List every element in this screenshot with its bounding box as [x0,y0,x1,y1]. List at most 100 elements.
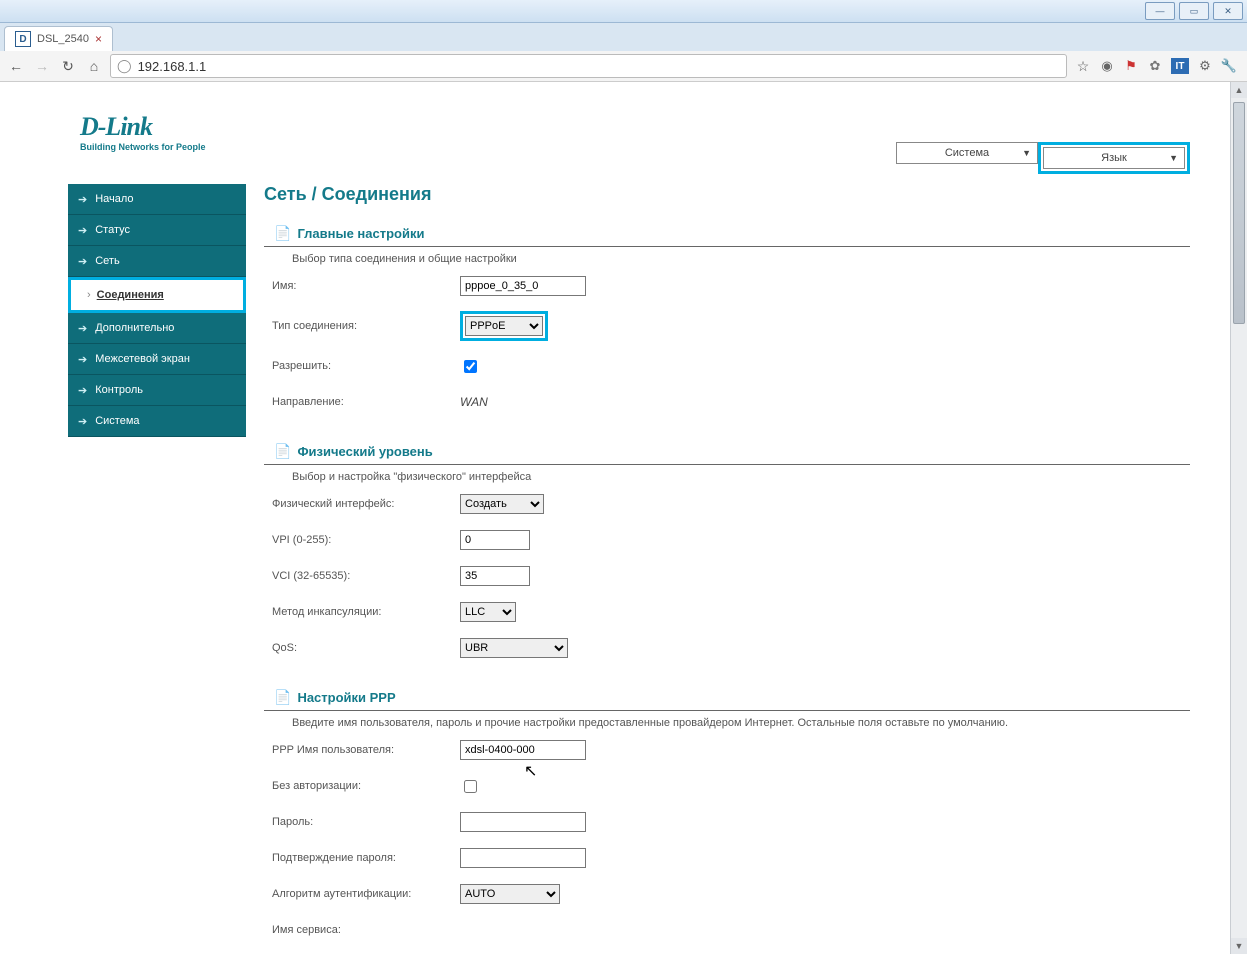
section-desc: Введите имя пользователя, пароль и прочи… [292,717,1190,729]
scroll-thumb[interactable] [1233,102,1245,324]
allow-checkbox[interactable] [464,360,477,373]
arrow-right-icon: ➔ [78,322,87,335]
document-icon: 📄 [274,443,291,460]
vertical-scrollbar[interactable]: ▲ ▼ [1230,82,1247,954]
sidebar-item-control[interactable]: ➔ Контроль [68,375,246,406]
section-physical-level: 📄 Физический уровень Выбор и настройка "ф… [264,443,1190,659]
caret-icon: › [87,289,91,301]
sidebar-subitem-label: Соединения [97,289,164,301]
language-dropdown-label: Язык [1101,152,1127,164]
physical-interface-select[interactable]: Создать [460,494,544,514]
sidebar-item-label: Статус [95,224,130,236]
allow-label: Разрешить: [272,360,460,372]
forward-icon[interactable]: → [32,56,52,76]
sidebar-item-system[interactable]: ➔ Система [68,406,246,437]
ext-icon-3[interactable]: ✿ [1147,58,1163,74]
sidebar-item-label: Дополнительно [95,322,174,334]
ext-icon-1[interactable]: ◉ [1099,58,1115,74]
arrow-right-icon: ➔ [78,224,87,237]
section-title: Настройки PPP [297,690,395,705]
section-title: Главные настройки [297,226,424,241]
globe-icon: ◯ [117,58,132,74]
sidebar-item-label: Контроль [95,384,143,396]
system-dropdown[interactable]: Система ▼ [896,142,1038,164]
scroll-up-icon[interactable]: ▲ [1231,82,1247,98]
window-close-button[interactable]: ✕ [1213,2,1243,20]
window-min-button[interactable]: — [1145,2,1175,20]
sidebar-nav: ➔ Начало ➔ Статус ➔ Сеть › Соединения ➔ Допол… [68,184,246,437]
connection-type-select[interactable]: PPPoE [465,316,543,336]
vpi-label: VPI (0-255): [272,534,460,546]
address-bar[interactable]: ◯ 192.168.1.1 [110,54,1067,78]
arrow-right-icon: ➔ [78,255,87,268]
arrow-right-icon: ➔ [78,415,87,428]
noauth-label: Без авторизации: [272,780,460,792]
cursor-icon: ↖ [524,761,537,781]
section-desc: Выбор типа соединения и общие настройки [292,253,1190,265]
window-max-button[interactable]: ▭ [1179,2,1209,20]
reload-icon[interactable]: ↻ [58,56,78,76]
url-text: 192.168.1.1 [138,59,207,74]
vci-input[interactable] [460,566,530,586]
bookmark-icon[interactable]: ☆ [1073,56,1093,76]
encapsulation-select[interactable]: LLC [460,602,516,622]
encap-label: Метод инкапсуляции: [272,606,460,618]
vpi-input[interactable] [460,530,530,550]
section-desc: Выбор и настройка "физического" интерфей… [292,471,1190,483]
vci-label: VCI (32-65535): [272,570,460,582]
home-icon[interactable]: ⌂ [84,56,104,76]
sidebar-item-status[interactable]: ➔ Статус [68,215,246,246]
section-ppp-settings: 📄 Настройки PPP Введите имя пользователя,… [264,689,1190,954]
logo: D-Link Building Networks for People [80,112,206,152]
sidebar-item-label: Начало [95,193,133,205]
browser-toolbar: ← → ↻ ⌂ ◯ 192.168.1.1 ☆ ◉ ⚑ ✿ IT ⚙ 🔧 [0,51,1247,82]
password-label: Пароль: [272,816,460,828]
wrench-icon[interactable]: 🔧 [1221,58,1237,74]
logo-tagline: Building Networks for People [80,142,206,152]
ppp-username-input[interactable] [460,740,586,760]
section-title: Физический уровень [297,444,432,459]
logo-brand: D-Link [80,112,206,142]
sidebar-item-firewall[interactable]: ➔Межсетевой экран [68,344,246,375]
system-dropdown-label: Система [945,147,989,159]
ext-icon-2[interactable]: ⚑ [1123,58,1139,74]
qos-select[interactable]: UBR [460,638,568,658]
sidebar-subitem-connections[interactable]: › Соединения [68,277,246,313]
direction-value: WAN [460,395,488,409]
sidebar-item-network[interactable]: ➔ Сеть [68,246,246,277]
ext-icon-4[interactable]: IT [1171,58,1189,74]
page-title: Сеть / Соединения [264,184,1190,205]
password-confirm-input[interactable] [460,848,586,868]
sidebar-item-advanced[interactable]: ➔ Дополнительно [68,313,246,344]
language-dropdown[interactable]: Язык ▼ [1043,147,1185,169]
tab-strip: D DSL_2540 × [0,23,1247,51]
section-main-settings: 📄 Главные настройки Выбор типа соединения… [264,225,1190,413]
noauth-checkbox[interactable] [464,780,477,793]
tab-title: DSL_2540 [37,33,89,45]
document-icon: 📄 [274,689,291,706]
sidebar-item-label: Сеть [95,255,119,267]
sidebar-item-label: Межсетевой экран [95,353,190,365]
iface-label: Физический интерфейс: [272,498,460,510]
name-label: Имя: [272,280,460,292]
service-name-label: Имя сервиса: [272,924,460,936]
document-icon: 📄 [274,225,291,242]
language-dropdown-highlight: Язык ▼ [1038,142,1190,174]
name-input[interactable] [460,276,586,296]
back-icon[interactable]: ← [6,56,26,76]
qos-label: QoS: [272,642,460,654]
password-input[interactable] [460,812,586,832]
sidebar-item-start[interactable]: ➔ Начало [68,184,246,215]
password-confirm-label: Подтверждение пароля: [272,852,460,864]
auth-algo-label: Алгоритм аутентификации: [272,888,460,900]
main-content: Сеть / Соединения 📄 Главные настройки Выб… [264,184,1190,954]
tab-close-icon[interactable]: × [95,32,102,46]
arrow-right-icon: ➔ [78,193,87,206]
auth-algo-select[interactable]: AUTO [460,884,560,904]
type-label: Тип соединения: [272,320,460,332]
ext-icon-5[interactable]: ⚙ [1197,58,1213,74]
browser-tab[interactable]: D DSL_2540 × [4,26,113,51]
window-title-bar: — ▭ ✕ [0,0,1247,23]
sidebar-item-label: Система [95,415,139,427]
arrow-right-icon: ➔ [78,384,87,397]
